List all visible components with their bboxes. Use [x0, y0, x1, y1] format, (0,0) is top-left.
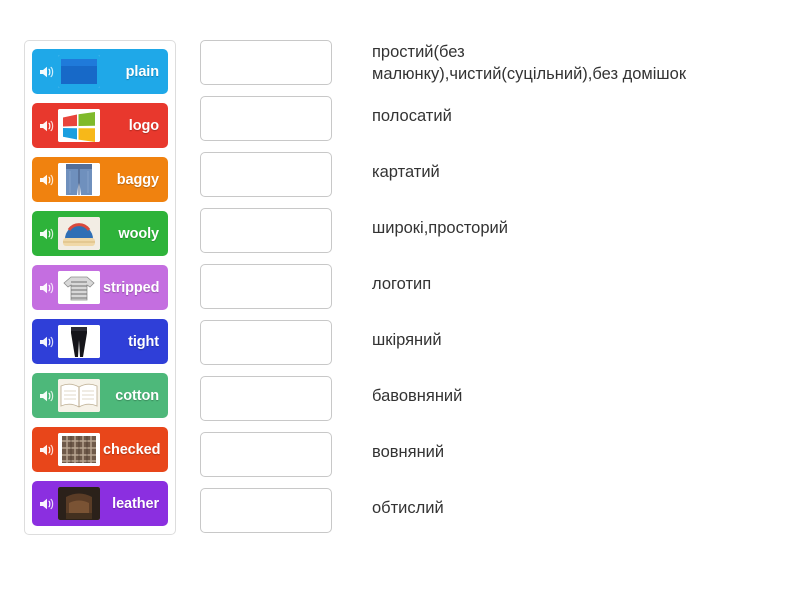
card-label: leather — [112, 495, 159, 512]
translation-text: вовняний — [372, 443, 445, 461]
card-label: wooly — [118, 225, 159, 242]
tight-leggings-thumb — [58, 325, 100, 358]
drop-slot[interactable] — [200, 264, 332, 309]
card-label: cotton — [115, 387, 159, 404]
card-label: tight — [128, 333, 159, 350]
drop-slot[interactable] — [200, 432, 332, 477]
answer-row: широкі,просторий — [200, 208, 780, 264]
draggable-card[interactable]: stripped — [32, 265, 168, 310]
speaker-icon[interactable] — [38, 441, 56, 459]
drop-slot[interactable] — [200, 320, 332, 365]
cotton-book-thumb — [58, 379, 100, 412]
translation-text: простий(без малюнку),чистий(суцільний),б… — [372, 43, 687, 84]
drop-slot[interactable] — [200, 376, 332, 421]
speaker-icon[interactable] — [38, 117, 56, 135]
speaker-icon[interactable] — [38, 171, 56, 189]
answer-row: простий(без малюнку),чистий(суцільний),б… — [200, 40, 780, 96]
speaker-icon[interactable] — [38, 279, 56, 297]
draggable-card[interactable]: leather — [32, 481, 168, 526]
checked-cloth-thumb — [58, 433, 100, 466]
answer-row: картатий — [200, 152, 780, 208]
draggable-card[interactable]: checked — [32, 427, 168, 472]
draggable-card[interactable]: cotton — [32, 373, 168, 418]
draggable-card[interactable]: wooly — [32, 211, 168, 256]
drop-slot[interactable] — [200, 208, 332, 253]
answer-row: шкіряний — [200, 320, 780, 376]
card-label: baggy — [116, 171, 159, 188]
draggable-card[interactable]: plain — [32, 49, 168, 94]
answer-row: бавовняний — [200, 376, 780, 432]
draggable-card[interactable]: tight — [32, 319, 168, 364]
translation-text: бавовняний — [372, 387, 463, 405]
match-up-exercise: plain logo baggy wooly stripped tight cotton ch… — [0, 0, 800, 600]
answer-row: логотип — [200, 264, 780, 320]
plain-blue-fabric-thumb — [58, 55, 100, 88]
leather-chair-thumb — [58, 487, 100, 520]
speaker-icon[interactable] — [38, 387, 56, 405]
answer-rows-list: простий(без малюнку),чистий(суцільний),б… — [200, 40, 780, 544]
translation-text: логотип — [372, 275, 432, 293]
speaker-icon[interactable] — [38, 495, 56, 513]
card-label: stripped — [103, 279, 160, 296]
draggable-card[interactable]: baggy — [32, 157, 168, 202]
translation-text: картатий — [372, 163, 440, 181]
drop-slot[interactable] — [200, 40, 332, 85]
answer-row: обтислий — [200, 488, 780, 544]
wooly-hat-thumb — [58, 217, 100, 250]
draggable-card[interactable]: logo — [32, 103, 168, 148]
drop-slot[interactable] — [200, 488, 332, 533]
translation-text: обтислий — [372, 499, 444, 517]
speaker-icon[interactable] — [38, 333, 56, 351]
windows-logo-thumb — [58, 109, 100, 142]
answer-row: вовняний — [200, 432, 780, 488]
striped-sweater-thumb — [58, 271, 100, 304]
answer-row: полосатий — [200, 96, 780, 152]
card-label: checked — [103, 441, 161, 458]
draggable-cards-panel: plain logo baggy wooly stripped tight cotton ch… — [24, 40, 176, 535]
speaker-icon[interactable] — [38, 63, 56, 81]
baggy-jeans-thumb — [58, 163, 100, 196]
card-label: logo — [128, 117, 159, 134]
translation-text: полосатий — [372, 107, 452, 125]
translation-text: широкі,просторий — [372, 219, 508, 237]
drop-slot[interactable] — [200, 96, 332, 141]
speaker-icon[interactable] — [38, 225, 56, 243]
drop-slot[interactable] — [200, 152, 332, 197]
translation-text: шкіряний — [372, 331, 442, 349]
card-label: plain — [125, 63, 159, 80]
